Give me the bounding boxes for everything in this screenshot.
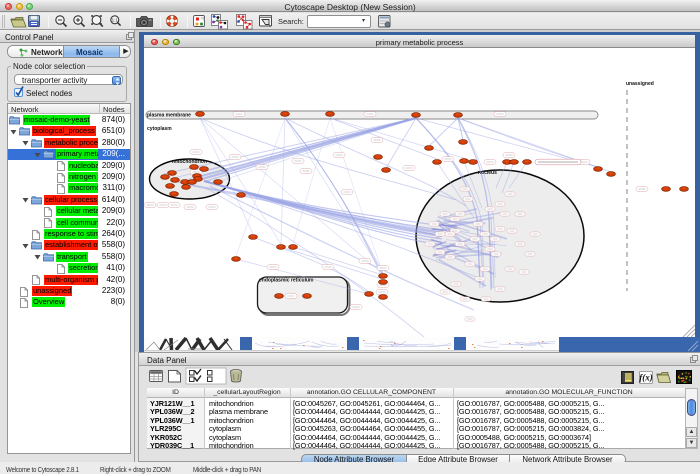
svg-text:f(x): f(x) xyxy=(639,373,653,383)
svg-text:endoplasmic reticulum: endoplasmic reticulum xyxy=(259,278,314,284)
svg-text:1:1: 1:1 xyxy=(112,18,119,23)
svg-text:plasma membrane: plasma membrane xyxy=(147,113,191,119)
svg-text:mitochondrion: mitochondrion xyxy=(172,159,207,165)
svg-text:unassigned: unassigned xyxy=(626,81,654,87)
svg-text:cytoplasm: cytoplasm xyxy=(147,126,172,132)
